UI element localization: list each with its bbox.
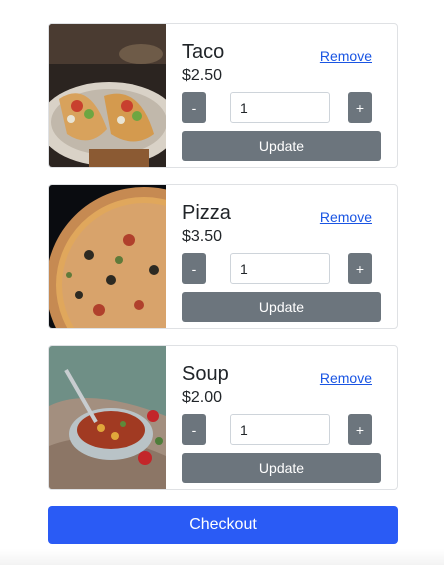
item-name: Pizza [182,202,231,224]
remove-link[interactable]: Remove [320,370,372,386]
update-button[interactable]: Update [182,292,381,322]
pizza-image [49,185,166,328]
item-price: $2.50 [182,67,223,84]
quantity-input[interactable] [230,414,330,445]
taco-image [49,24,166,167]
increment-button[interactable]: + [348,92,372,123]
decrement-button[interactable]: - [182,92,206,123]
bottom-edge [0,549,444,565]
item-price: $2.00 [182,389,223,406]
quantity-input[interactable] [230,92,330,123]
decrement-button[interactable]: - [182,253,206,284]
checkout-button[interactable]: Checkout [48,506,398,544]
soup-image [49,346,166,489]
remove-link[interactable]: Remove [320,209,372,225]
update-button[interactable]: Update [182,131,381,161]
item-price: $3.50 [182,228,223,245]
cart-item: Pizza $3.50 Remove - + Update [48,184,398,329]
quantity-input[interactable] [230,253,330,284]
remove-link[interactable]: Remove [320,48,372,64]
update-button[interactable]: Update [182,453,381,483]
cart-item: Taco $2.50 Remove - + Update [48,23,398,168]
item-name: Soup [182,363,229,385]
cart-item: Soup $2.00 Remove - + Update [48,345,398,490]
increment-button[interactable]: + [348,414,372,445]
cart-list: Taco $2.50 Remove - + Update [48,23,398,506]
item-name: Taco [182,41,225,63]
decrement-button[interactable]: - [182,414,206,445]
increment-button[interactable]: + [348,253,372,284]
